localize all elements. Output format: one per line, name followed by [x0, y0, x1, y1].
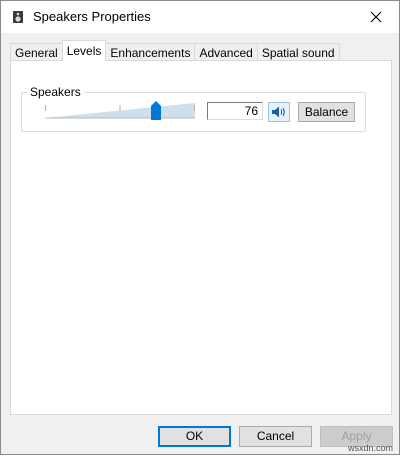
window-title: Speakers Properties — [33, 9, 151, 24]
level-value-field[interactable]: 76 — [207, 102, 263, 120]
tab-strip: General Levels Enhancements Advanced Spa… — [10, 40, 340, 61]
tab-spatial-sound[interactable]: Spatial sound — [256, 43, 340, 61]
speaker-volume-icon — [272, 106, 285, 118]
watermark-text: wsxdn.com — [347, 443, 393, 453]
tab-enhancements[interactable]: Enhancements — [105, 43, 196, 61]
title-bar: Speakers Properties — [1, 1, 399, 33]
volume-slider[interactable] — [45, 101, 195, 121]
speaker-app-icon — [13, 11, 23, 23]
balance-button[interactable]: Balance — [298, 102, 355, 122]
cancel-button[interactable]: Cancel — [239, 426, 312, 447]
tab-advanced[interactable]: Advanced — [194, 43, 258, 61]
speakers-group-label: Speakers — [27, 85, 84, 99]
slider-thumb[interactable] — [151, 101, 161, 120]
close-button[interactable] — [353, 1, 399, 32]
properties-window: Speakers Properties General Levels Enhan… — [0, 0, 400, 455]
tab-levels[interactable]: Levels — [61, 40, 107, 61]
tab-general[interactable]: General — [10, 43, 63, 61]
levels-panel: Speakers 76 Balance — [10, 60, 392, 415]
close-icon — [370, 11, 382, 22]
ok-button[interactable]: OK — [158, 426, 231, 447]
mute-button[interactable] — [268, 102, 290, 122]
